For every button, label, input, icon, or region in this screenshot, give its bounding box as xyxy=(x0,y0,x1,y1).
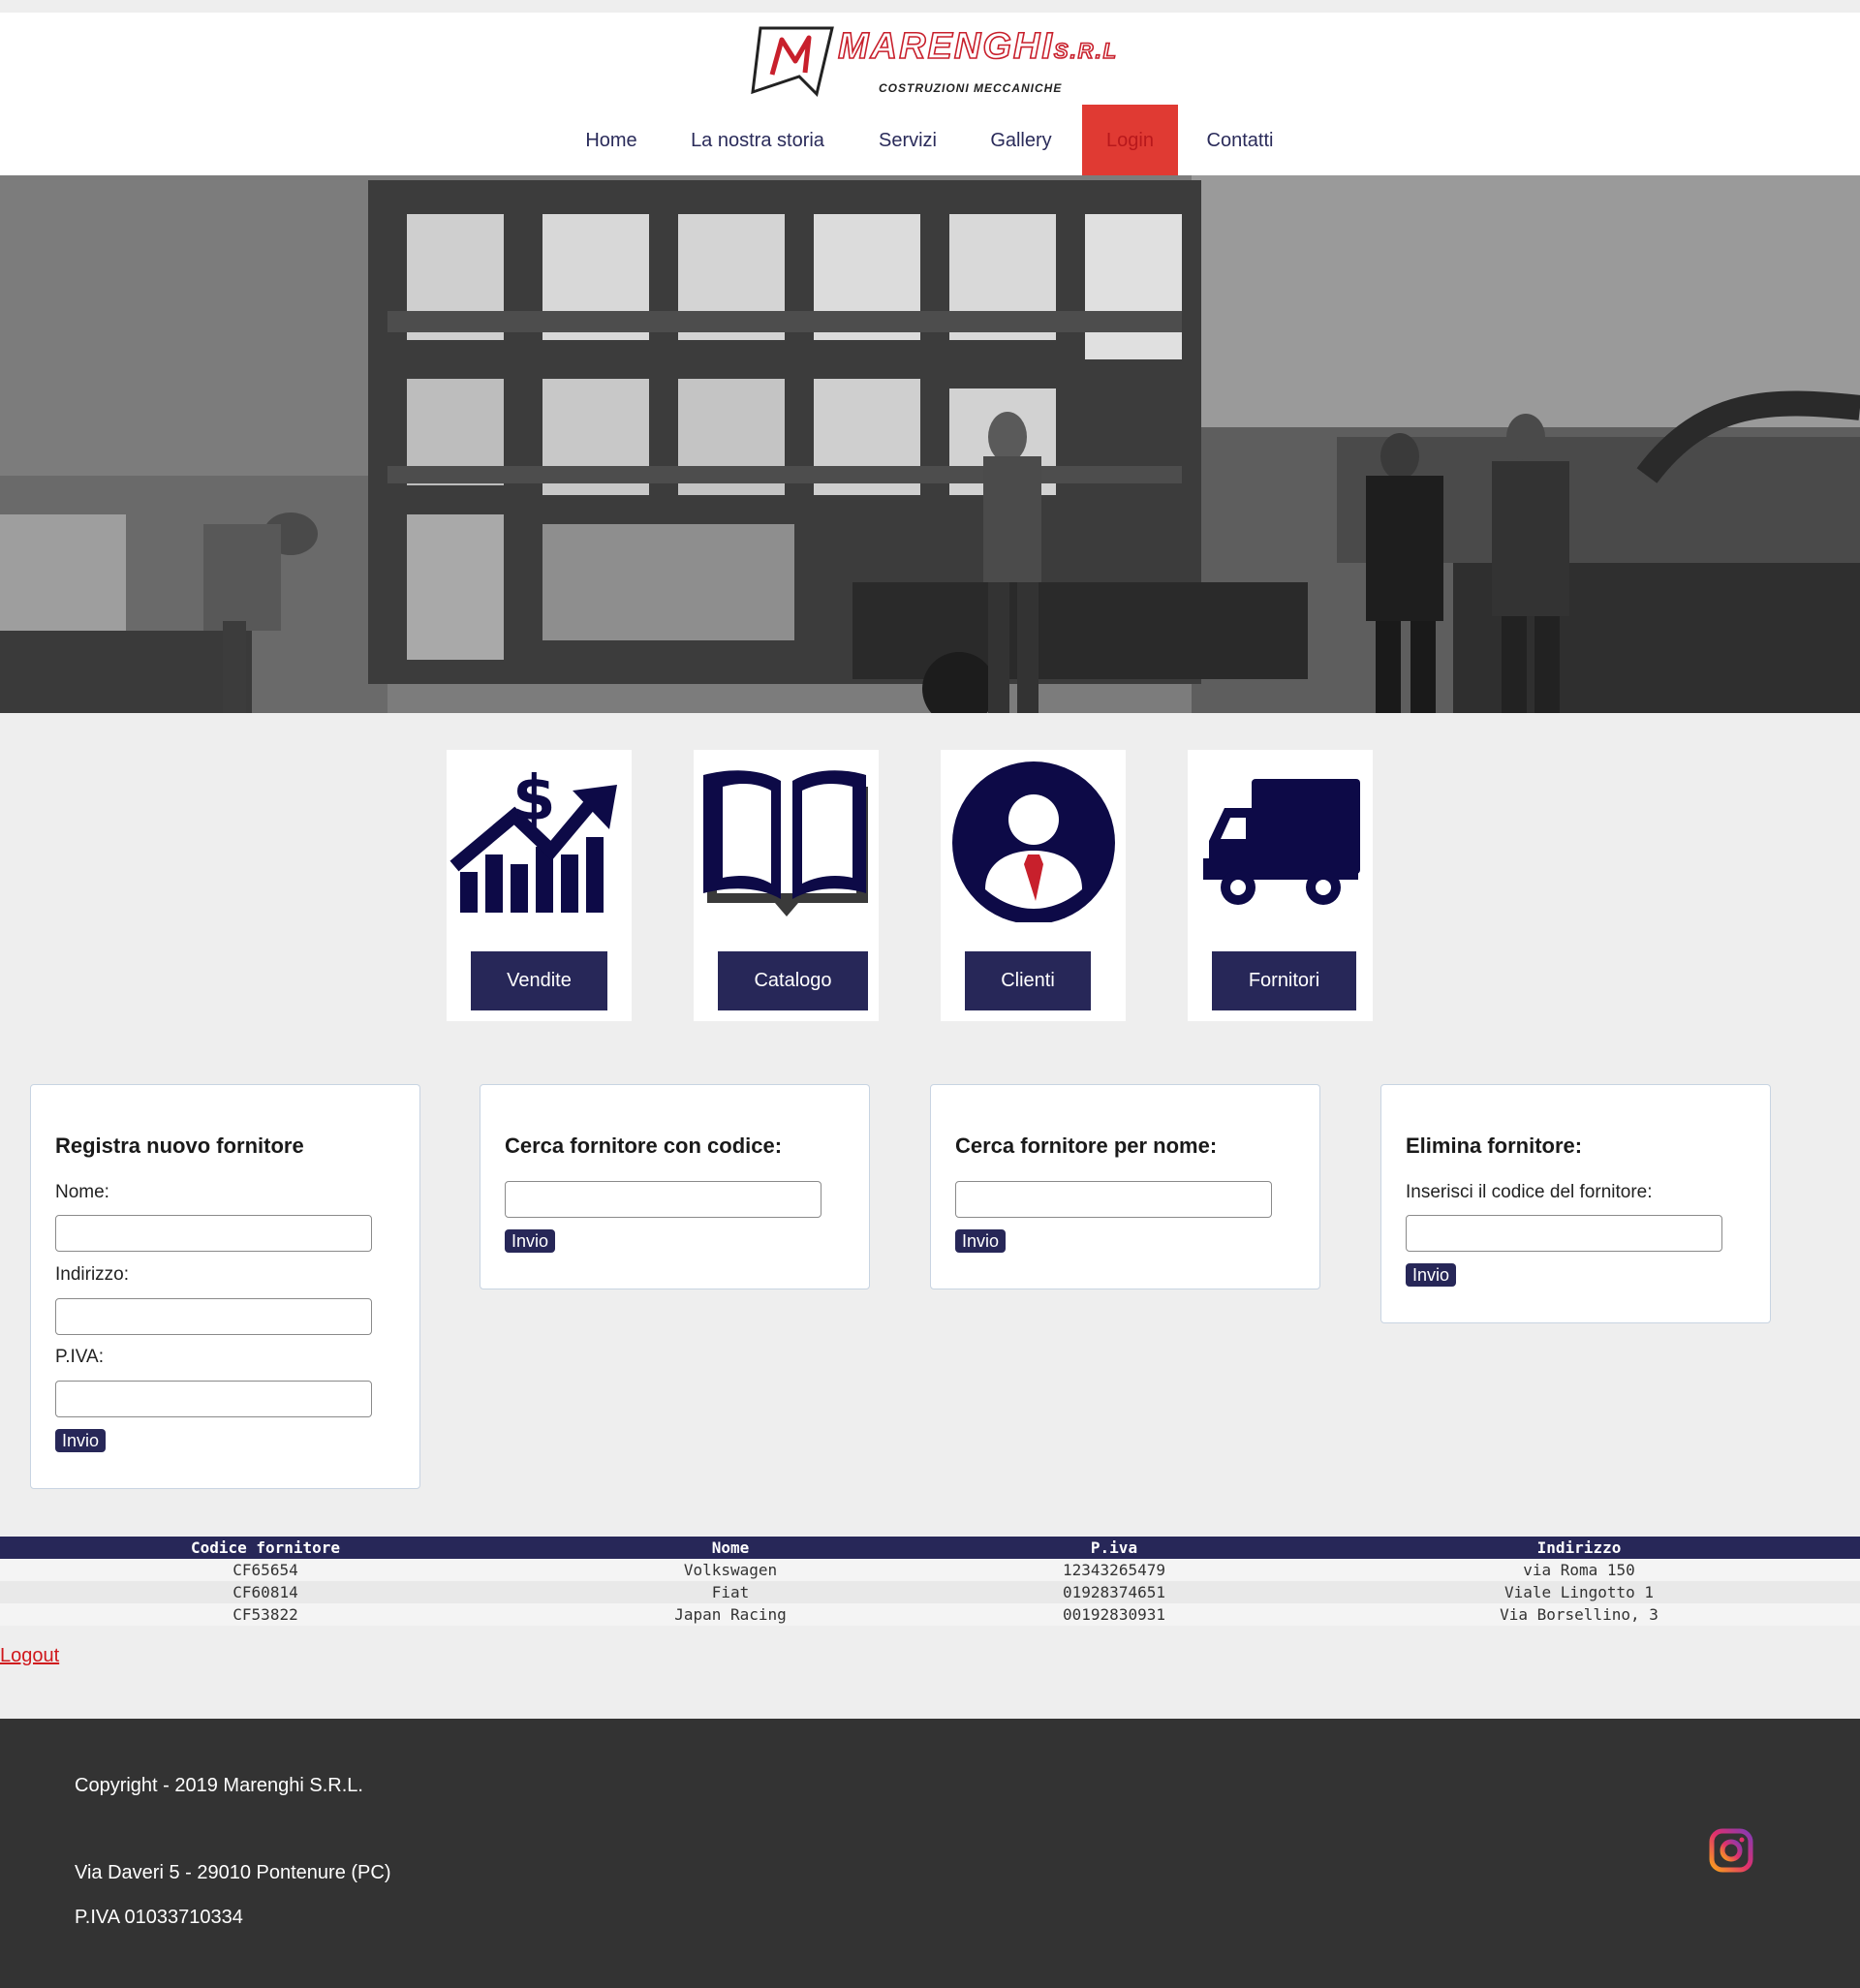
catalogo-button[interactable]: Catalogo xyxy=(718,951,868,1010)
address-label: Indirizzo: xyxy=(55,1264,130,1285)
nav-gallery[interactable]: Gallery xyxy=(980,105,1062,175)
cell-codice: CF53822 xyxy=(232,1605,298,1624)
delete-supplier-card: Elimina fornitore: Inserisci il codice d… xyxy=(1380,1084,1771,1323)
site-header: MARENGHIS.R.L COSTRUZIONI MECCANICHE Hom… xyxy=(0,13,1860,175)
header-codice: Codice fornitore xyxy=(190,1538,341,1557)
register-supplier-card: Registra nuovo fornitore Nome: Indirizzo… xyxy=(30,1084,420,1489)
logout-link[interactable]: Logout xyxy=(0,1645,59,1667)
tile-vendite[interactable]: $ Vendite xyxy=(447,750,632,1021)
delete-submit-button[interactable]: Invio xyxy=(1406,1263,1457,1287)
delete-code-input[interactable] xyxy=(1406,1215,1722,1252)
search-by-name-card: Cerca fornitore per nome: Invio xyxy=(930,1084,1320,1289)
cell-piva: 00192830931 xyxy=(1063,1605,1165,1624)
header-nome: Nome xyxy=(711,1538,750,1557)
tile-fornitori[interactable]: Fornitori xyxy=(1188,750,1373,1021)
search-code-input[interactable] xyxy=(505,1181,822,1218)
supplier-table: Codice fornitore Nome P.iva Indirizzo CF… xyxy=(0,1537,1860,1626)
clienti-button[interactable]: Clienti xyxy=(965,951,1091,1010)
cell-indirizzo: Viale Lingotto 1 xyxy=(1504,1583,1655,1601)
instagram-icon[interactable] xyxy=(1709,1828,1753,1873)
logo-wordmark: MARENGHIS.R.L xyxy=(837,25,1119,68)
book-icon xyxy=(703,770,868,916)
search-name-title: Cerca fornitore per nome: xyxy=(955,1134,1218,1158)
svg-text:$: $ xyxy=(512,763,556,835)
register-submit-button[interactable]: Invio xyxy=(55,1429,107,1452)
truck-icon xyxy=(1203,779,1360,905)
site-footer: Copyright - 2019 Marenghi S.R.L. Via Dav… xyxy=(0,1719,1860,1988)
search-name-input[interactable] xyxy=(955,1181,1272,1218)
cell-nome: Fiat xyxy=(711,1583,750,1601)
cell-nome: Japan Racing xyxy=(674,1605,787,1624)
footer-copyright: Copyright - 2019 Marenghi S.R.L. xyxy=(75,1775,363,1796)
footer-address: Via Daveri 5 - 29010 Pontenure (PC) xyxy=(75,1862,391,1883)
tile-clienti[interactable]: Clienti xyxy=(941,750,1126,1021)
address-input[interactable] xyxy=(55,1298,372,1335)
table-row: CF53822 Japan Racing 00192830931 Via Bor… xyxy=(0,1603,1860,1626)
cell-codice: CF60814 xyxy=(232,1583,298,1601)
tile-catalogo[interactable]: Catalogo xyxy=(694,750,879,1021)
cell-codice: CF65654 xyxy=(232,1561,298,1579)
table-header-row: Codice fornitore Nome P.iva Indirizzo xyxy=(0,1537,1860,1559)
vat-input[interactable] xyxy=(55,1381,372,1417)
nav-contatti[interactable]: Contatti xyxy=(1197,105,1283,175)
fornitori-button[interactable]: Fornitori xyxy=(1212,951,1356,1010)
delete-title: Elimina fornitore: xyxy=(1406,1134,1583,1158)
logo-mark-icon xyxy=(751,26,834,97)
table-row: CF65654 Volkswagen 12343265479 via Roma … xyxy=(0,1559,1860,1581)
nav-servizi[interactable]: Servizi xyxy=(868,105,947,175)
sales-chart-icon: $ xyxy=(450,763,617,913)
main-nav: Home La nostra storia Servizi Gallery Lo… xyxy=(0,105,1860,175)
footer-vat: P.IVA 01033710334 xyxy=(75,1907,243,1928)
cell-nome: Volkswagen xyxy=(683,1561,778,1579)
hero-image xyxy=(0,175,1860,713)
vendite-button[interactable]: Vendite xyxy=(471,951,607,1010)
search-by-code-card: Cerca fornitore con codice: Invio xyxy=(480,1084,870,1289)
logo-subtitle: COSTRUZIONI MECCANICHE xyxy=(879,81,1063,95)
table-row: CF60814 Fiat 01928374651 Viale Lingotto … xyxy=(0,1581,1860,1603)
nav-home[interactable]: Home xyxy=(575,105,647,175)
search-code-title: Cerca fornitore con codice: xyxy=(505,1134,783,1158)
cell-piva: 01928374651 xyxy=(1063,1583,1165,1601)
cell-piva: 12343265479 xyxy=(1063,1561,1165,1579)
register-title: Registra nuovo fornitore xyxy=(55,1134,304,1158)
name-input[interactable] xyxy=(55,1215,372,1252)
nav-la-nostra-storia[interactable]: La nostra storia xyxy=(680,105,835,175)
nav-login[interactable]: Login xyxy=(1082,105,1178,175)
delete-code-label: Inserisci il codice del fornitore: xyxy=(1406,1182,1653,1202)
search-code-submit-button[interactable]: Invio xyxy=(505,1229,556,1253)
company-logo[interactable]: MARENGHIS.R.L COSTRUZIONI MECCANICHE xyxy=(749,22,1117,106)
header-piva: P.iva xyxy=(1090,1538,1138,1557)
hero-workshop-photo xyxy=(0,175,1860,713)
cell-indirizzo: via Roma 150 xyxy=(1523,1561,1635,1579)
cell-indirizzo: Via Borsellino, 3 xyxy=(1500,1605,1658,1624)
vat-label: P.IVA: xyxy=(55,1347,104,1367)
user-icon xyxy=(952,761,1115,922)
header-indirizzo: Indirizzo xyxy=(1536,1538,1622,1557)
name-label: Nome: xyxy=(55,1182,109,1202)
search-name-submit-button[interactable]: Invio xyxy=(955,1229,1007,1253)
